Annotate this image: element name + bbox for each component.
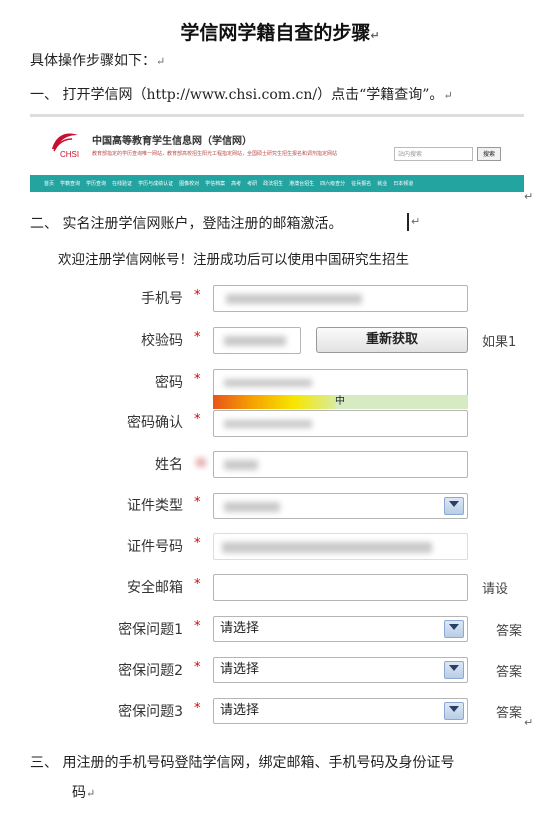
step-3-text-continued: 码↵ (72, 785, 96, 801)
registration-form-screenshot: 欢迎注册学信网帐号！注册成功后可以使用中国研究生招生 手机号 * 校验码 * 重… (30, 236, 526, 731)
answer-label: 答案 (496, 624, 523, 639)
answer-label: 答案 (496, 665, 523, 680)
answer-label: 答案 (496, 706, 523, 721)
strength-fill (213, 395, 335, 409)
chevron-down-icon[interactable] (444, 702, 464, 720)
email-input[interactable] (213, 574, 468, 601)
confirm-password-label: 密码确认 (127, 415, 183, 431)
strength-track (335, 395, 468, 409)
required-mark: * (194, 536, 201, 551)
redacted-value (222, 542, 432, 553)
nav-item-enrollment-query[interactable]: 学籍查询 (60, 180, 80, 187)
chsi-site-screenshot: CHSI 中国高等教育学生信息网（学信网） 教育部指定的学历查询唯一网站，教育部… (30, 114, 524, 195)
welcome-text: 欢迎注册学信网帐号！注册成功后可以使用中国研究生招生 (58, 252, 409, 268)
password-label: 密码 (155, 375, 183, 391)
security-question-1-select[interactable]: 请选择 (213, 616, 468, 642)
nav-item-home[interactable]: 首页 (44, 180, 54, 187)
redacted-value (224, 460, 258, 470)
password-strength-meter: 中 (213, 395, 468, 409)
step-1-text: 一、 打开学信网（http://www.chsi.com.cn/）点击“学籍查询… (30, 87, 453, 103)
security-question-2-label: 密保问题2 (118, 663, 183, 679)
nav-item-hk-mo-tw-admission[interactable]: 港澳台招生 (289, 180, 314, 187)
id-type-label: 证件类型 (127, 498, 183, 514)
redacted-value (226, 294, 362, 304)
security-question-2-select[interactable]: 请选择 (213, 657, 468, 683)
id-number-input[interactable] (213, 533, 468, 560)
step-3-text: 三、 用注册的手机号码登陆学信网，绑定邮箱、手机号码及身份证号 (30, 755, 455, 771)
phone-label: 手机号 (141, 291, 183, 307)
nav-item-employment[interactable]: 就业 (377, 180, 387, 187)
required-mark: * (194, 412, 201, 427)
nav-item-military-signup[interactable]: 征兵报名 (351, 180, 371, 187)
select-value: 请选择 (220, 621, 260, 636)
select-value: 请选择 (220, 662, 260, 677)
security-question-3-select[interactable]: 请选择 (213, 698, 468, 724)
nav-item-degree-query[interactable]: 学历查询 (86, 180, 106, 187)
return-mark: ↵ (370, 29, 380, 42)
required-mark: * (194, 577, 201, 592)
site-search-button[interactable]: 搜索 (477, 147, 501, 161)
id-type-select[interactable] (213, 493, 468, 519)
redacted-value (224, 336, 286, 346)
logo-text: CHSI (60, 150, 79, 159)
id-number-label: 证件号码 (127, 539, 183, 555)
redacted-required-mark (196, 458, 206, 467)
site-description: 教育部指定的学历查询唯一网站，教育部高校招生阳光工程指定网站，全国硕士研究生招生… (92, 151, 338, 157)
return-mark: ↵ (411, 215, 421, 228)
nav-item-archive[interactable]: 学信档案 (205, 180, 225, 187)
email-label: 安全邮箱 (127, 580, 183, 596)
phone-input[interactable] (213, 285, 468, 312)
code-input[interactable] (213, 327, 301, 354)
nav-item-gaokao[interactable]: 高考 (231, 180, 241, 187)
nav-item-online-verify[interactable]: 在线验证 (112, 180, 132, 187)
required-mark: * (194, 619, 201, 634)
name-input[interactable] (213, 451, 468, 478)
site-search-input[interactable]: 站内搜索 (394, 147, 473, 161)
chevron-down-icon[interactable] (444, 661, 464, 679)
nav-item-cet-score[interactable]: 四六级查分 (320, 180, 345, 187)
chevron-down-icon[interactable] (444, 497, 464, 515)
nav-item-law-admission[interactable]: 政法招生 (263, 180, 283, 187)
required-mark: * (194, 495, 201, 510)
required-mark: * (194, 288, 201, 303)
confirm-password-input[interactable] (213, 410, 468, 437)
password-input[interactable] (213, 369, 468, 396)
chsi-logo-icon: CHSI (52, 133, 79, 159)
chevron-down-icon[interactable] (444, 620, 464, 638)
redacted-value (224, 379, 312, 387)
name-label: 姓名 (155, 457, 183, 473)
code-label: 校验码 (141, 333, 183, 349)
strength-label: 中 (335, 396, 345, 407)
nav-item-kaoyan[interactable]: 考研 (247, 180, 257, 187)
code-hint-text: 如果1 (482, 335, 517, 350)
redacted-value (224, 420, 312, 428)
intro-text: 具体操作步骤如下：↵ (30, 53, 166, 69)
document-title: 学信网学籍自查的步骤↵ (180, 22, 380, 44)
email-hint-text: 请设 (482, 582, 509, 597)
security-question-1-label: 密保问题1 (118, 622, 183, 638)
return-mark: ↵ (524, 190, 534, 203)
site-nav-bar: 首页 学籍查询 学历查询 在线验证 学历与成绩认证 图像校对 学信档案 高考 考… (30, 175, 524, 192)
return-mark: ↵ (86, 787, 96, 800)
return-mark: ↵ (156, 55, 166, 68)
nav-item-japan-channel[interactable]: 日本频道 (393, 180, 413, 187)
nav-item-image-check[interactable]: 图像校对 (179, 180, 199, 187)
required-mark: * (194, 372, 201, 387)
security-question-3-label: 密保问题3 (118, 704, 183, 720)
step-2-text: 二、 实名注册学信网账户，登陆注册的邮箱激活。 (30, 216, 343, 232)
required-mark: * (194, 330, 201, 345)
select-value: 请选择 (220, 703, 260, 718)
return-mark: ↵ (524, 716, 534, 729)
return-mark: ↵ (443, 89, 453, 102)
text-cursor (407, 213, 409, 231)
redacted-value (224, 502, 280, 512)
required-mark: * (194, 660, 201, 675)
resend-code-button[interactable]: 重新获取 (316, 327, 468, 353)
required-mark: * (194, 701, 201, 716)
nav-item-certification[interactable]: 学历与成绩认证 (138, 180, 173, 187)
site-name: 中国高等教育学生信息网（学信网） (92, 136, 252, 147)
